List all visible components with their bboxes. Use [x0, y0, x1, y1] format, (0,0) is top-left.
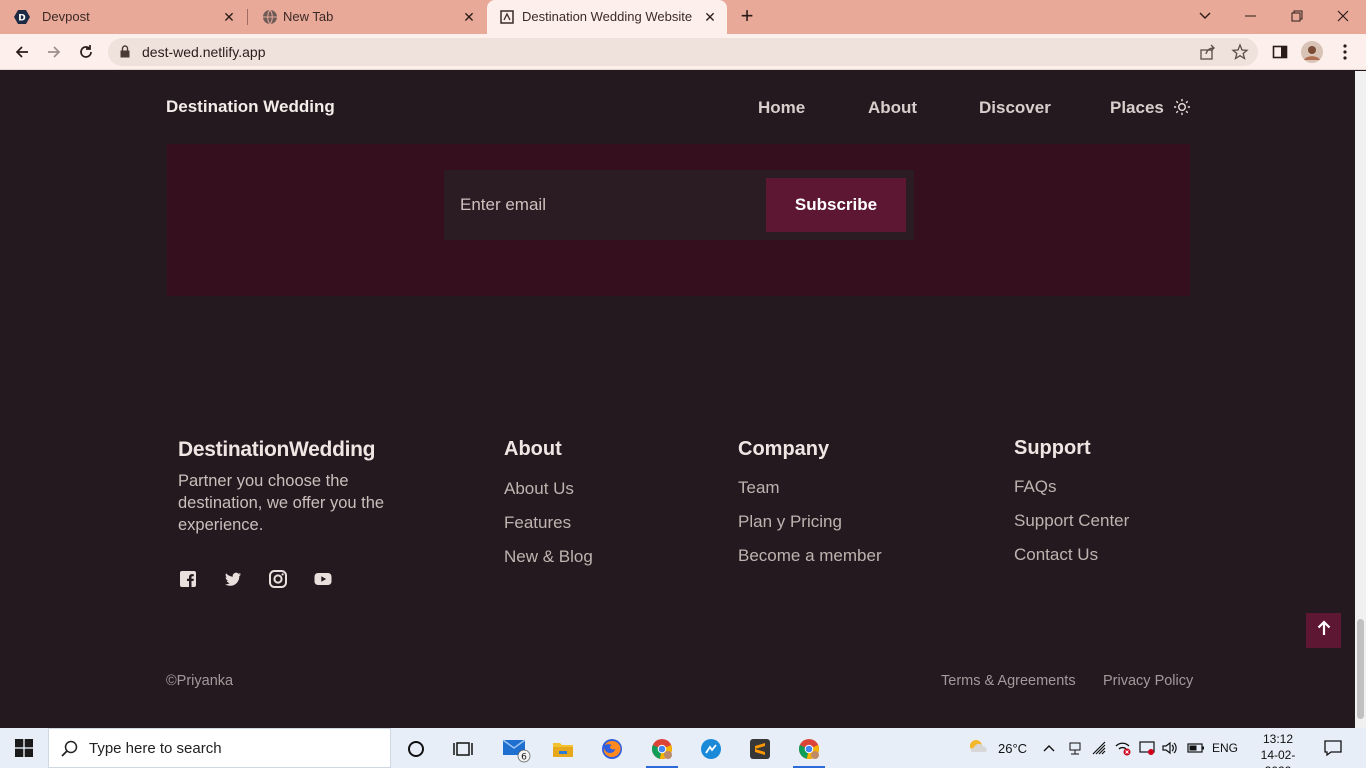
footer-company-title: Company — [738, 438, 830, 460]
meet-icon[interactable] — [1068, 728, 1082, 768]
footer-about-title: About — [504, 438, 562, 460]
taskbar-search-box[interactable]: Type here to search — [48, 728, 391, 768]
firefox-icon[interactable] — [592, 732, 632, 766]
footer-link-features[interactable]: Features — [504, 513, 571, 533]
notifications-icon[interactable] — [1324, 728, 1342, 768]
tab-title: New Tab — [283, 9, 334, 24]
footer-link-faqs[interactable]: FAQs — [1014, 477, 1057, 497]
copyright-text: ©Priyanka — [166, 673, 234, 689]
weather-sun-icon — [966, 737, 990, 760]
lock-icon — [120, 45, 130, 63]
tab-new-tab[interactable]: New Tab ✕ — [248, 0, 486, 34]
minimize-button[interactable] — [1228, 0, 1274, 32]
language-indicator[interactable]: ENG — [1212, 728, 1238, 768]
footer-link-news-blog[interactable]: New & Blog — [504, 547, 593, 567]
chrome-icon[interactable] — [642, 732, 682, 768]
email-input[interactable] — [452, 178, 752, 232]
volume-icon[interactable] — [1162, 728, 1178, 768]
footer-link-team[interactable]: Team — [738, 478, 780, 498]
sublime-text-icon[interactable] — [740, 732, 780, 766]
globe-icon — [262, 9, 278, 25]
display-icon[interactable] — [1139, 728, 1155, 768]
subscribe-button[interactable]: Subscribe — [766, 178, 906, 232]
restore-button[interactable] — [1274, 0, 1320, 32]
clock-time: 13:12 — [1262, 732, 1294, 746]
footer-link-contact-us[interactable]: Contact Us — [1014, 545, 1098, 565]
footer-support-title: Support — [1014, 437, 1091, 459]
search-icon — [61, 740, 78, 762]
close-tab-icon[interactable]: ✕ — [460, 8, 478, 26]
tab-search-chevron-icon[interactable] — [1182, 0, 1228, 32]
nav-places-link[interactable]: Places — [1110, 98, 1164, 118]
network-error-icon[interactable] — [1114, 728, 1132, 768]
nav-home-link[interactable]: Home — [758, 98, 805, 118]
url-text: dest-wed.netlify.app — [142, 44, 266, 60]
terms-link[interactable]: Terms & Agreements — [941, 673, 1076, 689]
browser-tab-strip: D Devpost ✕ New Tab ✕ Destination Weddin… — [0, 0, 1366, 34]
web-page: Destination Wedding Home About Discover … — [0, 71, 1355, 728]
battery-icon[interactable] — [1187, 728, 1205, 768]
facebook-icon[interactable] — [178, 569, 198, 589]
page-scrollbar[interactable] — [1355, 71, 1366, 728]
task-view-icon[interactable] — [443, 732, 483, 766]
new-tab-button[interactable]: + — [736, 5, 758, 28]
twitter-icon[interactable] — [223, 569, 243, 589]
side-panel-icon[interactable] — [1268, 40, 1292, 64]
forward-arrow-icon[interactable] — [42, 40, 66, 64]
arrow-up-icon — [1317, 620, 1331, 641]
browser-toolbar: dest-wed.netlify.app — [0, 34, 1366, 70]
tab-title: Destination Wedding Website — [522, 9, 693, 24]
footer-description: Partner you choose the destination, we o… — [178, 472, 385, 534]
profile-avatar[interactable] — [1300, 40, 1324, 64]
back-arrow-icon[interactable] — [10, 40, 34, 64]
privacy-policy-link[interactable]: Privacy Policy — [1103, 673, 1193, 689]
close-tab-icon[interactable]: ✕ — [220, 8, 238, 26]
clock-date: 14-02-2022 — [1260, 748, 1296, 768]
tab-devpost[interactable]: D Devpost ✕ — [0, 0, 246, 34]
scroll-to-top-button[interactable] — [1306, 613, 1341, 648]
windows-start-icon[interactable] — [0, 728, 48, 768]
close-tab-icon[interactable]: ✕ — [701, 8, 719, 26]
reload-icon[interactable] — [74, 40, 98, 64]
scrollbar-thumb[interactable] — [1357, 619, 1364, 719]
bookmark-star-icon[interactable] — [1231, 43, 1249, 61]
footer-link-pricing[interactable]: Plan y Pricing — [738, 512, 842, 532]
svg-text:D: D — [18, 14, 25, 24]
tab-destination-wedding[interactable]: Destination Wedding Website ✕ — [487, 0, 727, 34]
youtube-icon[interactable] — [313, 569, 333, 589]
share-icon[interactable] — [1199, 43, 1217, 61]
footer-link-about-us[interactable]: About Us — [504, 479, 574, 499]
cortana-icon[interactable] — [396, 732, 436, 766]
chrome-profile-icon[interactable] — [789, 732, 829, 768]
nav-discover-link[interactable]: Discover — [979, 98, 1051, 118]
devpost-icon: D — [14, 9, 30, 25]
footer-link-become-member[interactable]: Become a member — [738, 546, 882, 566]
browser-menu-icon[interactable] — [1333, 40, 1357, 64]
footer-brand[interactable]: DestinationWedding — [178, 438, 376, 462]
footer-link-support-center[interactable]: Support Center — [1014, 511, 1129, 531]
taskbar-clock[interactable]: 13:12 14-02-2022 — [1248, 731, 1308, 768]
wifi-icon[interactable] — [1092, 728, 1108, 768]
page-icon — [499, 9, 515, 25]
instagram-icon[interactable] — [268, 569, 288, 589]
close-window-button[interactable] — [1320, 0, 1366, 32]
edge-like-app-icon[interactable] — [691, 732, 731, 766]
show-hidden-icons-chevron[interactable] — [1043, 728, 1055, 768]
mail-badge: 6 — [521, 753, 527, 763]
address-bar[interactable]: dest-wed.netlify.app — [108, 38, 1258, 66]
weather-temperature: 26°C — [998, 740, 1028, 756]
tab-title: Devpost — [42, 9, 90, 24]
windows-taskbar: Type here to search 6 26°C ENG 13:12 14-… — [0, 728, 1366, 768]
file-explorer-icon[interactable] — [543, 732, 583, 766]
taskbar-search-placeholder: Type here to search — [89, 740, 222, 757]
sun-icon[interactable] — [1173, 98, 1191, 116]
site-brand[interactable]: Destination Wedding — [166, 97, 335, 117]
weather-widget[interactable]: 26°C — [966, 728, 1027, 768]
nav-about-link[interactable]: About — [868, 98, 917, 118]
mail-icon[interactable]: 6 — [496, 732, 536, 766]
